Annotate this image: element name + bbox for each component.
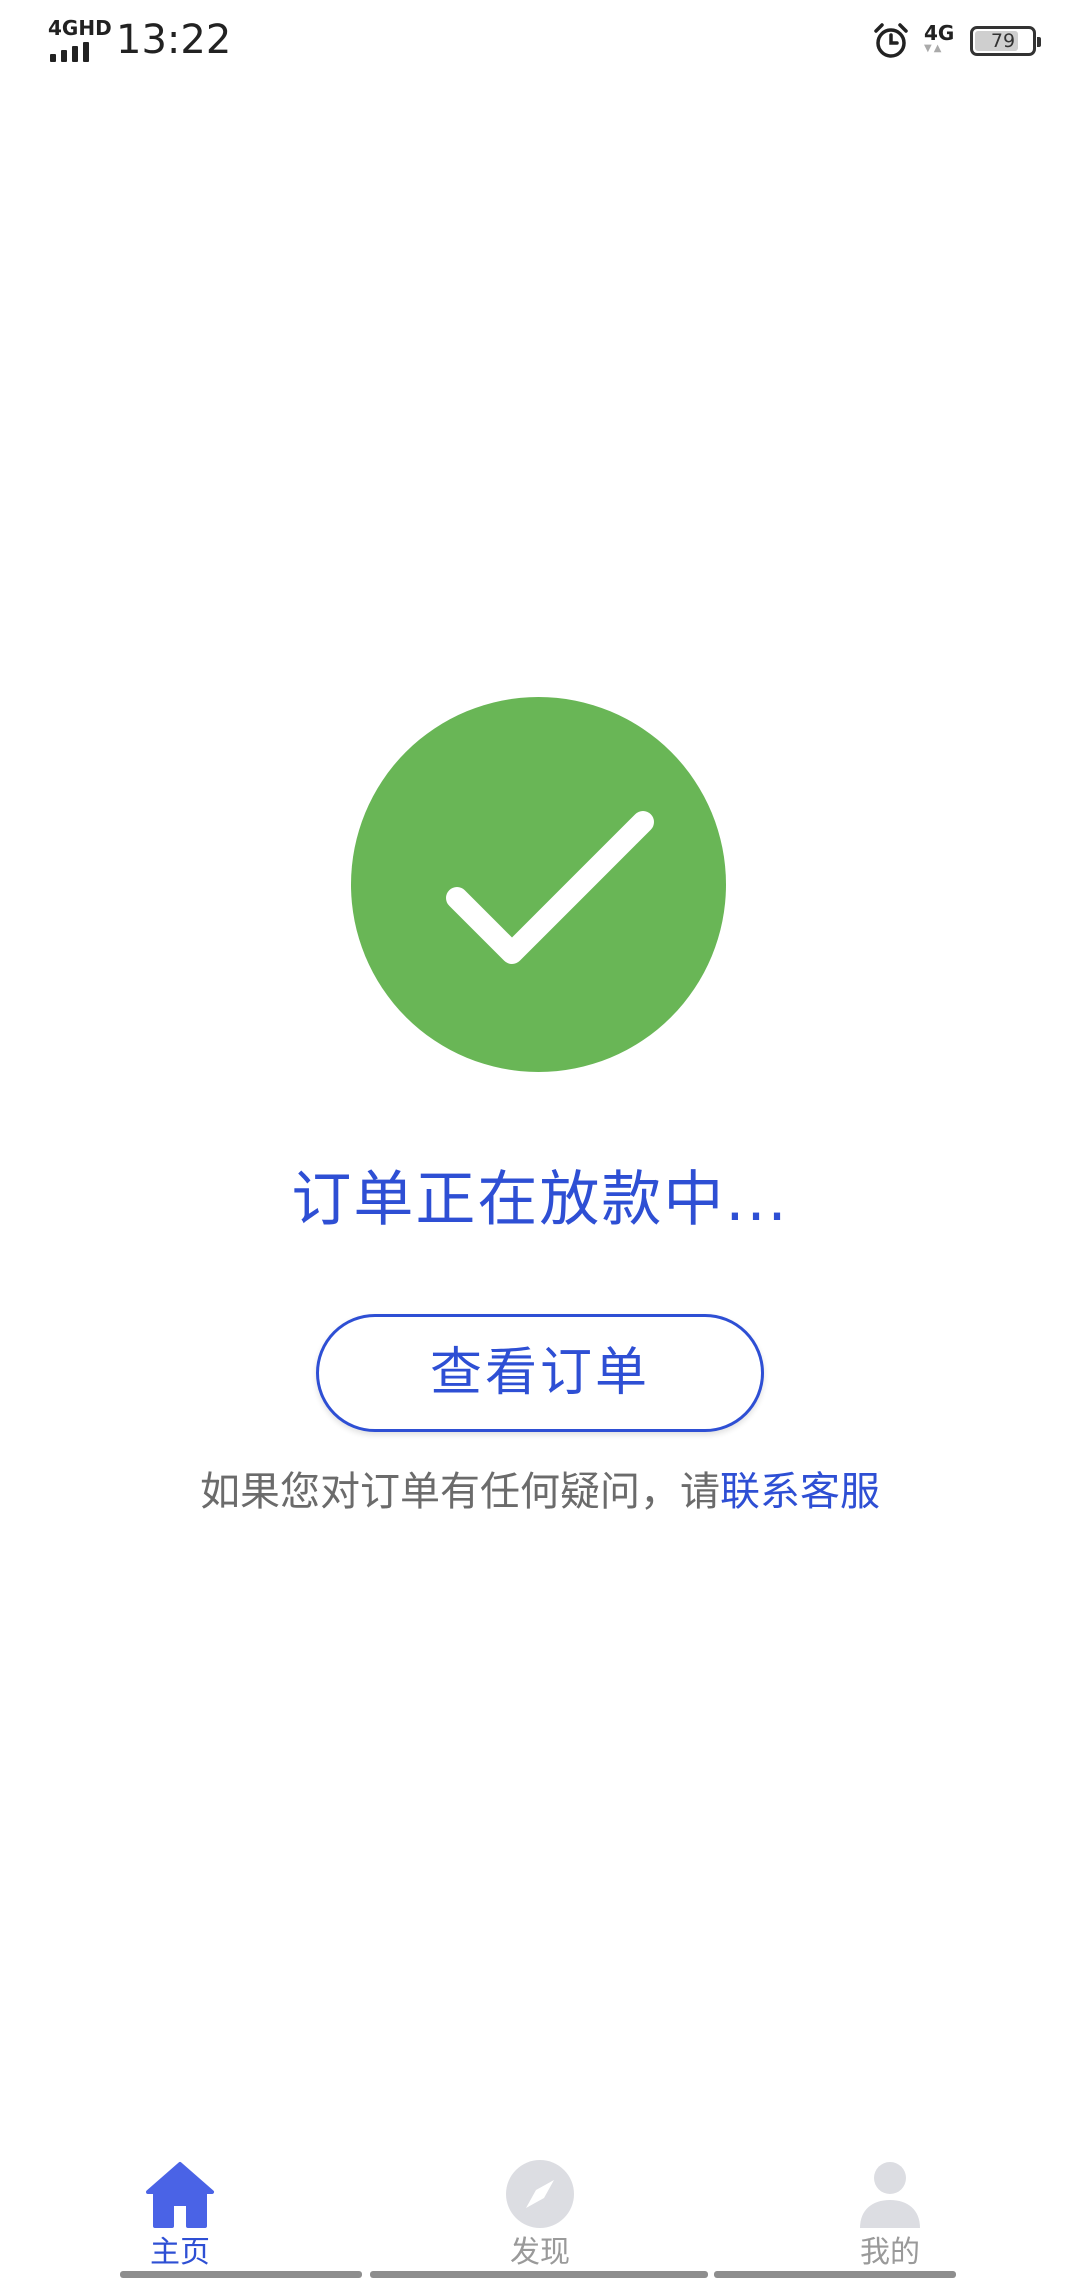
compass-icon	[506, 2160, 574, 2228]
status-right: 4G ▼▲ 79	[872, 22, 1041, 60]
status-left: 4GHD 13:22	[48, 18, 231, 62]
nav-label-profile: 我的	[860, 2235, 920, 2270]
home-icon	[146, 2162, 214, 2228]
status-time: 13:22	[116, 17, 232, 63]
status-bar: 4GHD 13:22 4G ▼▲ 79	[0, 0, 1080, 90]
nav-indicator-segment	[370, 2271, 708, 2278]
nav-indicator-segment	[714, 2271, 956, 2278]
network-type: 4GHD	[48, 16, 112, 40]
checkmark-icon	[446, 811, 654, 964]
nav-label-discover: 发现	[510, 2235, 570, 2270]
help-text: 如果您对订单有任何疑问，请联系客服	[0, 1462, 1080, 1522]
view-order-button[interactable]: 查看订单	[316, 1314, 764, 1432]
battery-level: 79	[990, 30, 1016, 52]
nav-label-home: 主页	[150, 2235, 210, 2270]
nav-item-profile[interactable]: 我的	[790, 2150, 990, 2275]
app-screen: 4GHD 13:22 4G ▼▲ 79 订单正在放款中... 查看订单 如果您对…	[0, 0, 1080, 2280]
mobile-data-icon: 4G ▼▲	[924, 22, 956, 60]
nav-indicator-segment	[120, 2271, 362, 2278]
user-icon	[860, 2162, 920, 2228]
help-text-prefix: 如果您对订单有任何疑问，请	[200, 1469, 720, 1515]
contact-support-link[interactable]: 联系客服	[720, 1469, 880, 1515]
battery-icon: 79	[970, 26, 1041, 56]
nav-item-discover[interactable]: 发现	[440, 2150, 640, 2275]
nav-item-home[interactable]: 主页	[80, 2150, 280, 2275]
data-arrows: ▼▲	[924, 43, 944, 54]
check-circle-icon	[351, 697, 726, 1072]
signal-bars	[50, 42, 89, 62]
status-title: 订单正在放款中...	[291, 1165, 789, 1235]
alarm-icon	[874, 23, 908, 58]
bottom-nav: 主页 发现 我的	[0, 2140, 1080, 2280]
signal-icon: 4GHD	[48, 18, 112, 62]
mobile-network-type: 4G	[924, 21, 955, 45]
